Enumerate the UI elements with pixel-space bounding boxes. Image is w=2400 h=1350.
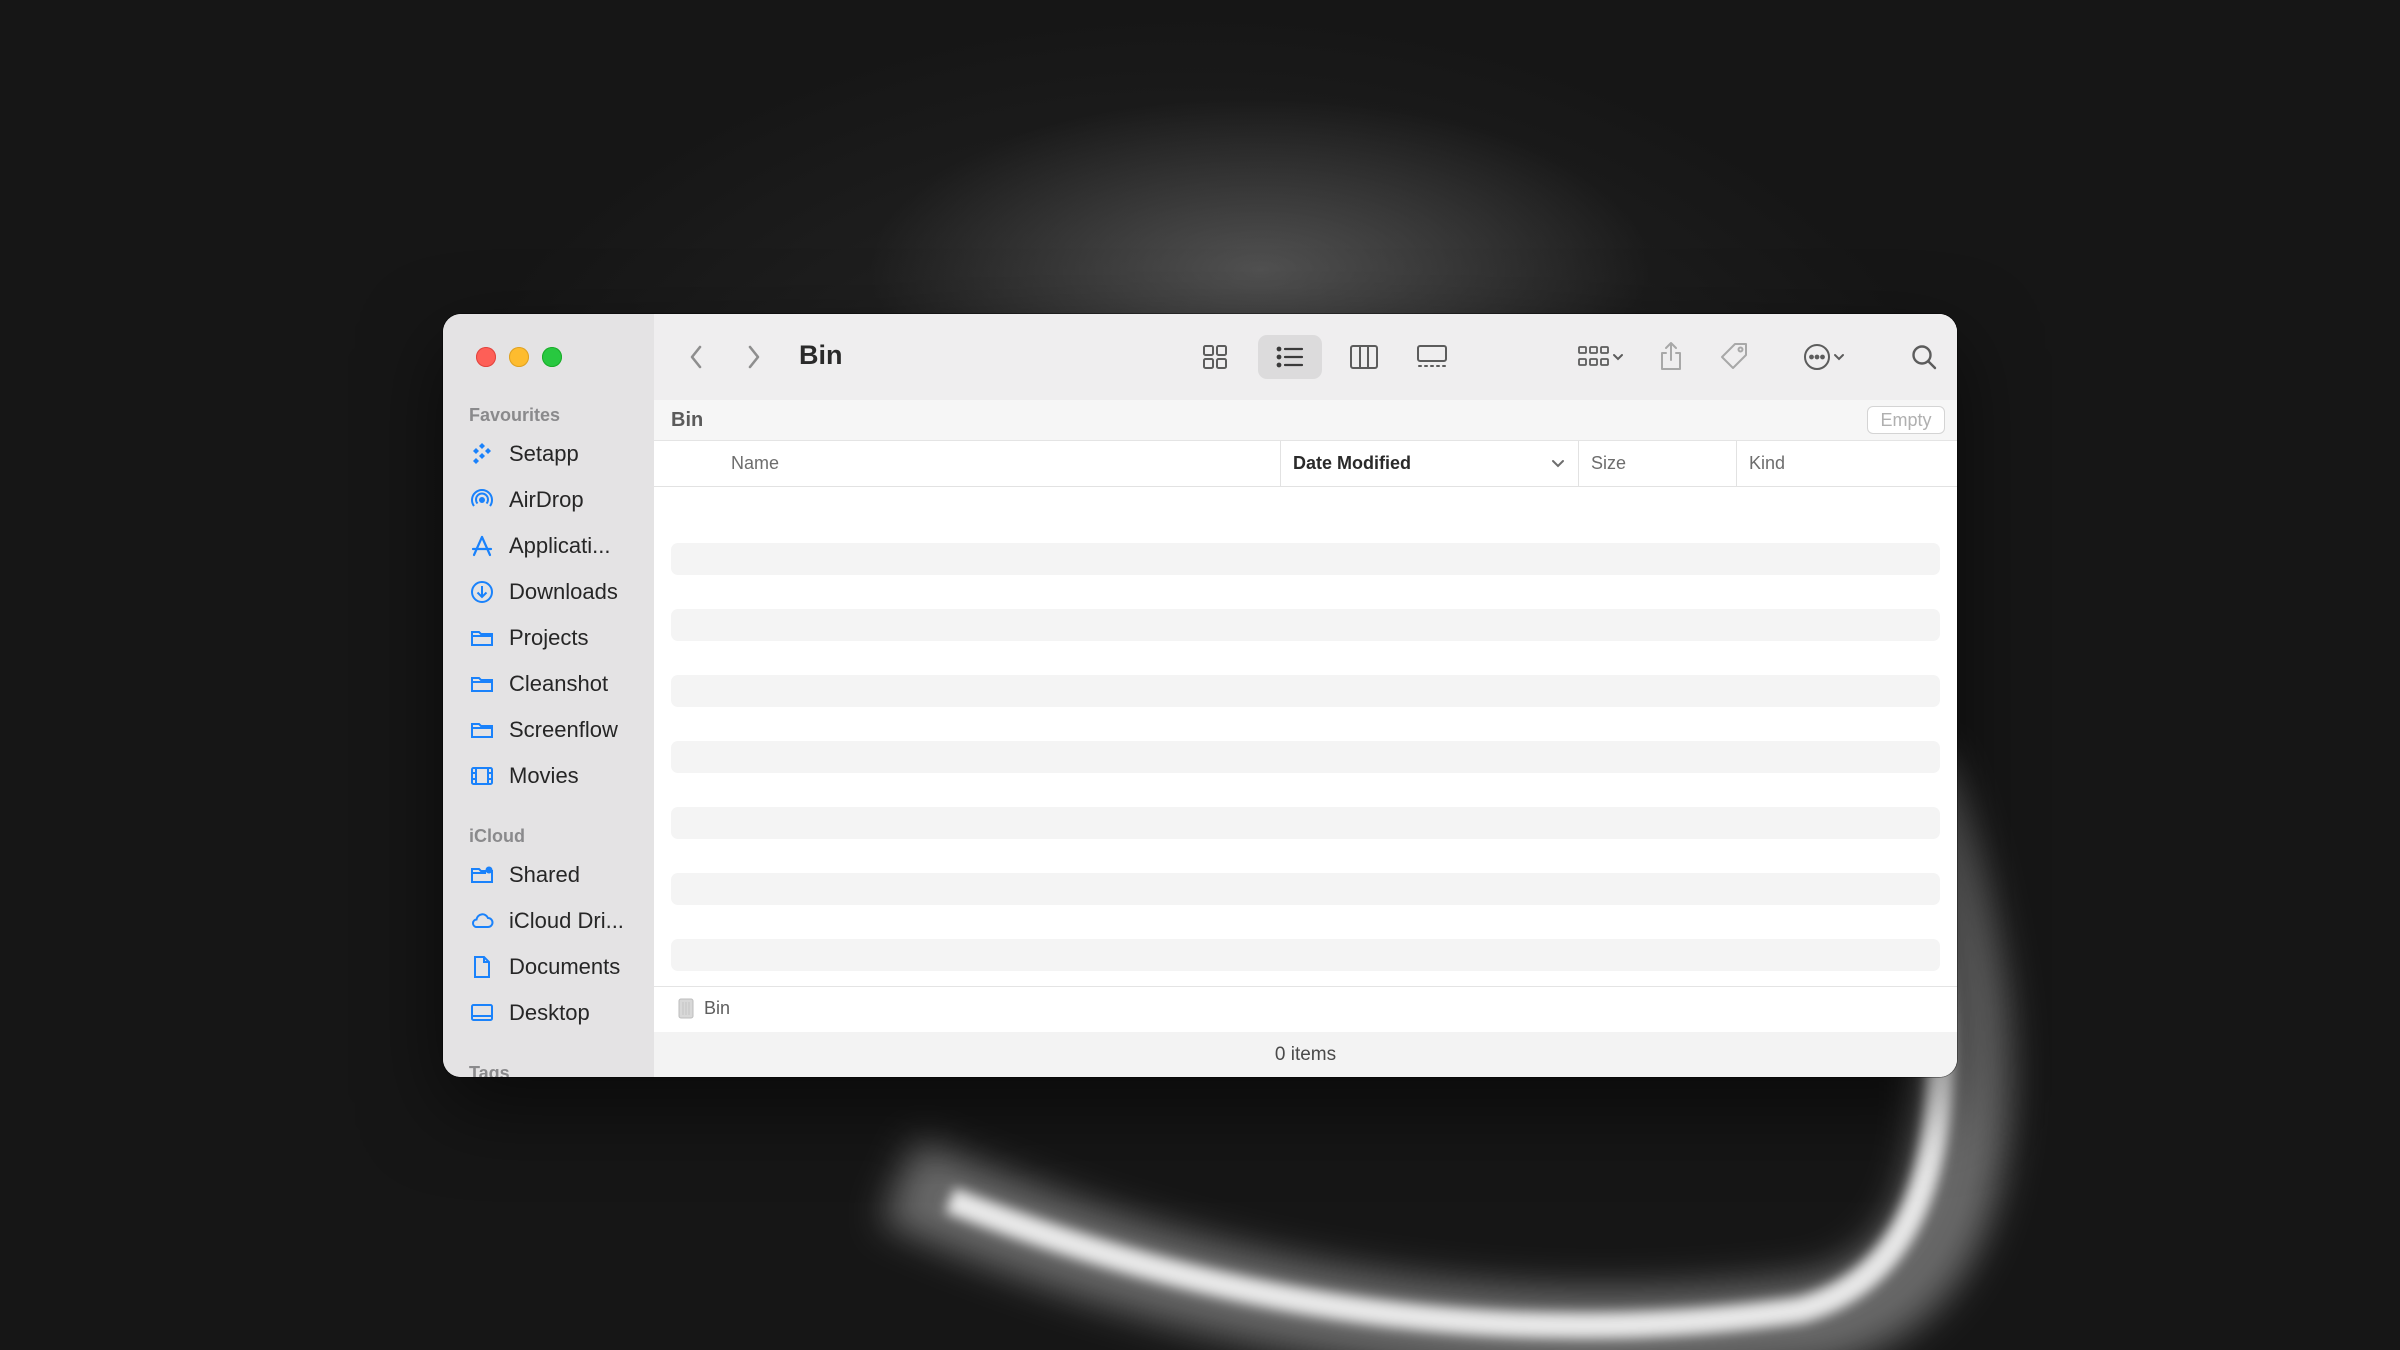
group-by-button[interactable]: [1568, 335, 1634, 379]
status-bar: 0 items: [654, 1032, 1957, 1077]
sidebar-item-cleanshot[interactable]: Cleanshot: [469, 666, 649, 702]
location-bar: Bin Empty: [654, 400, 1957, 441]
share-icon: [1661, 342, 1681, 370]
window-controls: [476, 347, 562, 367]
search-button[interactable]: [1904, 336, 1944, 378]
sidebar-item-setapp[interactable]: Setapp: [469, 436, 649, 472]
airdrop-icon: [469, 487, 495, 513]
movies-icon: [469, 763, 495, 789]
columns-icon: [1350, 345, 1378, 369]
sort-descending-icon: [1552, 460, 1564, 468]
sidebar: Favourites Setapp AirDrop Applicati... D…: [443, 314, 655, 1077]
setapp-icon: [469, 441, 495, 467]
share-button[interactable]: [1651, 333, 1691, 379]
empty-row-stripe: [671, 741, 1940, 773]
gallery-icon: [1417, 345, 1447, 367]
icon-view-button[interactable]: [1191, 335, 1239, 379]
trash-icon: [678, 998, 694, 1019]
search-icon: [1912, 345, 1937, 370]
sidebar-item-desktop[interactable]: Desktop: [469, 995, 649, 1031]
sidebar-item-projects[interactable]: Projects: [469, 620, 649, 656]
sidebar-item-label: Documents: [509, 954, 621, 979]
sidebar-item-label: AirDrop: [509, 487, 584, 512]
empty-row-stripe: [671, 609, 1940, 641]
main-pane: Bin Bin Empty Name Date Modified Size Ki…: [654, 314, 1957, 1077]
empty-bin-button[interactable]: Empty: [1867, 406, 1945, 434]
icloud-icon: [469, 908, 495, 934]
sidebar-item-label: Screenflow: [509, 717, 618, 742]
empty-row-stripe: [671, 873, 1940, 905]
empty-row-stripe: [671, 543, 1940, 575]
sidebar-item-applications[interactable]: Applicati...: [469, 528, 649, 564]
chevron-down-icon: [1834, 354, 1844, 361]
tag-icon: [1721, 343, 1747, 369]
sidebar-item-documents[interactable]: Documents: [469, 949, 649, 985]
grid-icon: [1203, 345, 1227, 369]
desktop-icon: [469, 1000, 495, 1026]
sidebar-section-icloud: iCloud: [469, 826, 525, 846]
list-view-button[interactable]: [1258, 335, 1322, 379]
ellipsis-icon: [1804, 344, 1830, 370]
empty-row-stripe: [671, 939, 1940, 971]
item-count: 0 items: [1274, 1043, 1337, 1065]
column-view-button[interactable]: [1340, 335, 1388, 379]
downloads-icon: [469, 579, 495, 605]
column-header: Name Date Modified Size Kind: [654, 441, 1957, 487]
chevron-right-icon: [748, 345, 760, 369]
sidebar-item-screenflow[interactable]: Screenflow: [469, 712, 649, 748]
folder-icon: [469, 671, 495, 697]
sidebar-item-label: iCloud Dri...: [509, 908, 624, 933]
forward-button[interactable]: [738, 340, 770, 374]
document-icon: [469, 954, 495, 980]
column-size[interactable]: Size: [1578, 441, 1736, 486]
close-button[interactable]: [476, 347, 496, 367]
path-bar: Bin: [654, 986, 1957, 1033]
back-button[interactable]: [680, 340, 712, 374]
sidebar-item-label: Desktop: [509, 1000, 590, 1025]
column-name[interactable]: Name: [654, 441, 1280, 486]
sidebar-item-airdrop[interactable]: AirDrop: [469, 482, 649, 518]
sidebar-item-label: Movies: [509, 763, 579, 788]
group-icon: [1578, 346, 1609, 366]
sidebar-item-label: Cleanshot: [509, 671, 609, 696]
toolbar: Bin: [654, 314, 1957, 401]
sidebar-item-label: Downloads: [509, 579, 618, 604]
shared-folder-icon: [469, 862, 495, 888]
sidebar-item-icloud-drive[interactable]: iCloud Dri...: [469, 903, 649, 939]
sidebar-item-label: Shared: [509, 862, 580, 887]
empty-row-stripe: [671, 807, 1940, 839]
maximize-button[interactable]: [542, 347, 562, 367]
path-crumb-label: Bin: [704, 997, 731, 1018]
sidebar-item-label: Setapp: [509, 441, 579, 466]
path-crumb-bin[interactable]: Bin: [678, 997, 730, 1019]
location-title: Bin: [671, 409, 704, 431]
sidebar-item-label: Applicati...: [509, 533, 611, 558]
more-actions-button[interactable]: [1793, 335, 1855, 379]
finder-window: Favourites Setapp AirDrop Applicati... D…: [443, 314, 1957, 1077]
column-kind[interactable]: Kind: [1736, 441, 1957, 486]
sidebar-section-tags: Tags: [469, 1063, 510, 1077]
tag-button[interactable]: [1713, 333, 1755, 379]
empty-row-stripe: [671, 675, 1940, 707]
minimize-button[interactable]: [509, 347, 529, 367]
column-date-modified-label: Date Modified: [1293, 453, 1412, 473]
sidebar-item-shared[interactable]: Shared: [469, 857, 649, 893]
column-date-modified[interactable]: Date Modified: [1280, 441, 1578, 486]
list-icon: [1276, 346, 1304, 368]
sidebar-section-favourites: Favourites: [469, 405, 561, 425]
gallery-view-button[interactable]: [1406, 335, 1458, 379]
folder-icon: [469, 625, 495, 651]
chevron-left-icon: [690, 345, 702, 369]
sidebar-item-movies[interactable]: Movies: [469, 758, 649, 794]
applications-icon: [469, 533, 495, 559]
chevron-down-icon: [1613, 354, 1623, 361]
window-title: Bin: [799, 340, 843, 370]
sidebar-item-downloads[interactable]: Downloads: [469, 574, 649, 610]
sidebar-item-label: Projects: [509, 625, 589, 650]
folder-icon: [469, 717, 495, 743]
